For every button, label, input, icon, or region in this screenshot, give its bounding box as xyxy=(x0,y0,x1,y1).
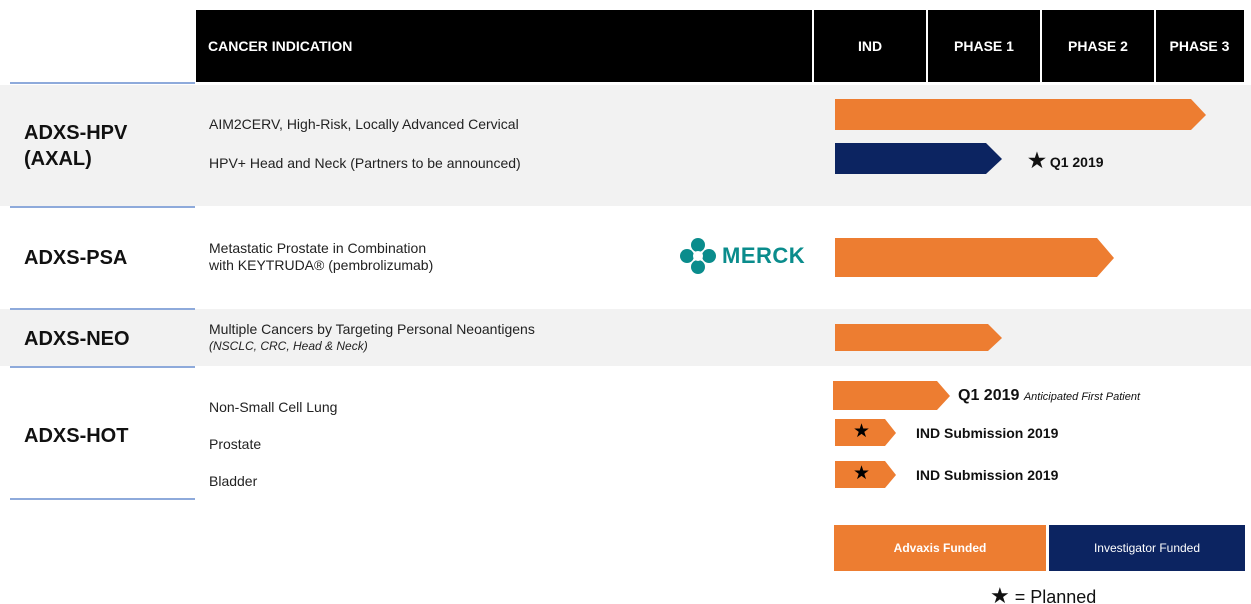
star-icon: ★ xyxy=(853,463,871,484)
program-name-neo: ADXS-NEO xyxy=(24,328,130,350)
program-name-hot: ADXS-HOT xyxy=(24,425,129,447)
header-phase-ind: IND xyxy=(813,10,927,82)
indication-line: Metastatic Prostate in Combination xyxy=(209,240,427,256)
indication-nsclc: Non-Small Cell Lung xyxy=(209,399,338,415)
header-divider xyxy=(812,10,814,82)
progress-arrow-aim2cerv xyxy=(835,99,1207,131)
progress-arrow-neo xyxy=(835,324,1003,352)
progress-arrow-nsclc xyxy=(833,381,951,411)
indication-prostate: Prostate xyxy=(209,436,262,452)
legend-planned: ★ = Planned xyxy=(990,583,1096,604)
header-divider xyxy=(926,10,928,82)
program-name-line: (AXAL) xyxy=(24,148,92,170)
milestone-note-prostate: IND Submission 2019 xyxy=(916,425,1059,441)
merck-logo: MERCK xyxy=(680,234,805,278)
row-divider xyxy=(10,308,195,310)
row-divider xyxy=(10,498,195,500)
star-icon: ★ xyxy=(1028,150,1046,172)
star-icon: ★ xyxy=(853,421,871,442)
legend-advaxis-funded: Advaxis Funded xyxy=(834,525,1046,571)
progress-arrow-hpv-head-neck xyxy=(835,143,1003,175)
milestone-text: Q1 2019 xyxy=(1049,154,1104,170)
header-phase-2: PHASE 2 xyxy=(1041,10,1155,82)
legend-planned-label: = Planned xyxy=(1014,587,1097,604)
row-divider xyxy=(10,82,195,84)
indication-aim2cerv: AIM2CERV, High-Risk, Locally Advanced Ce… xyxy=(209,116,519,132)
milestone-note-hpv-head-neck: ★ Q1 2019 xyxy=(1028,148,1104,173)
header-divider xyxy=(1040,10,1042,82)
row-divider xyxy=(10,366,195,368)
legend-investigator-funded: Investigator Funded xyxy=(1049,525,1245,571)
indication-subtext: (NSCLC, CRC, Head & Neck) xyxy=(209,339,368,353)
indication-line: with KEYTRUDA® (pembrolizumab) xyxy=(209,257,434,273)
row-divider xyxy=(10,206,195,208)
progress-arrow-psa xyxy=(835,238,1115,278)
header-divider xyxy=(1154,10,1156,82)
milestone-text: Q1 2019 xyxy=(958,387,1020,404)
indication-neoantigens: Multiple Cancers by Targeting Personal N… xyxy=(209,321,535,355)
indication-metastatic-prostate: Metastatic Prostate in Combination with … xyxy=(209,240,433,274)
merck-emblem-icon xyxy=(680,238,716,274)
merck-wordmark: MERCK xyxy=(722,243,806,268)
indication-hpv-head-neck: HPV+ Head and Neck (Partners to be annou… xyxy=(209,155,521,171)
indication-line: Multiple Cancers by Targeting Personal N… xyxy=(209,321,535,337)
star-icon: ★ xyxy=(990,583,1010,604)
header-phase-3: PHASE 3 xyxy=(1155,10,1244,82)
row-band-neo xyxy=(0,309,1251,366)
milestone-detail: Anticipated First Patient xyxy=(1023,391,1141,403)
program-name-psa: ADXS-PSA xyxy=(24,247,128,269)
indication-bladder: Bladder xyxy=(209,473,258,489)
header-phase-1: PHASE 1 xyxy=(927,10,1041,82)
program-name-line: ADXS-HPV xyxy=(24,122,128,144)
program-name-hpv: ADXS-HPV (AXAL) xyxy=(24,120,127,172)
header-cancer-indication: CANCER INDICATION xyxy=(196,10,813,82)
milestone-note-bladder: IND Submission 2019 xyxy=(916,467,1059,483)
milestone-note-nsclc: Q1 2019 Anticipated First Patient xyxy=(958,387,1140,405)
